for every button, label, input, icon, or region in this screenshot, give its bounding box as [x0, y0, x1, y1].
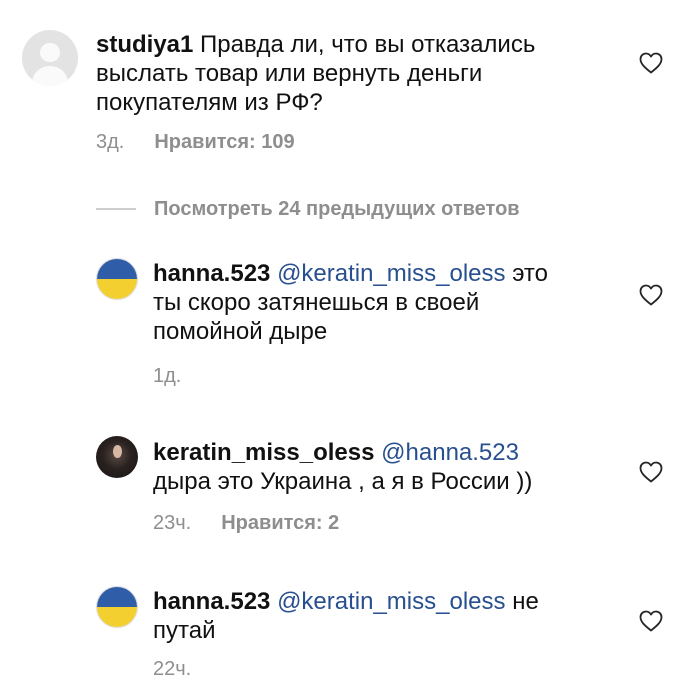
- comment-text-line: путай: [153, 617, 216, 644]
- comment-text: studiya1 Правда ли, что вы отказались: [96, 31, 536, 58]
- comment-meta: 3д. Нравится: 109: [96, 130, 295, 154]
- comment-text-line: выслать товар или вернуть деньги: [96, 60, 483, 87]
- heart-icon[interactable]: [639, 52, 663, 74]
- timestamp: 3д.: [96, 131, 125, 153]
- mention-link[interactable]: @keratin_miss_oless: [277, 588, 505, 615]
- comment-text: hanna.523 @keratin_miss_oless это: [153, 260, 548, 287]
- comment-text-line: помойной дыре: [153, 318, 328, 345]
- view-previous-replies-label: Посмотреть 24 предыдущих ответов: [154, 197, 520, 220]
- photo-avatar[interactable]: [96, 436, 138, 478]
- comment-meta: 23ч. Нравится: 2: [153, 511, 339, 535]
- timestamp: 1д.: [153, 365, 182, 387]
- comment-text-line: ты скоро затянешься в своей: [153, 289, 480, 316]
- view-previous-replies-button[interactable]: Посмотреть 24 предыдущих ответов: [96, 196, 520, 222]
- username[interactable]: studiya1: [96, 31, 193, 58]
- timestamp: 23ч.: [153, 512, 192, 534]
- username[interactable]: keratin_miss_oless: [153, 439, 374, 466]
- comment-meta: 22ч.: [153, 657, 191, 681]
- default-avatar-icon[interactable]: [22, 30, 78, 86]
- divider-line: [96, 208, 136, 210]
- heart-icon[interactable]: [639, 284, 663, 306]
- likes-count[interactable]: Нравится: 109: [154, 131, 294, 153]
- comment-text-line: покупателям из РФ?: [96, 89, 323, 116]
- ukraine-flag-avatar[interactable]: [96, 258, 138, 300]
- username[interactable]: hanna.523: [153, 260, 270, 287]
- likes-count[interactable]: Нравится: 2: [221, 512, 339, 534]
- heart-icon[interactable]: [639, 610, 663, 632]
- mention-link[interactable]: @keratin_miss_oless: [277, 260, 505, 287]
- comment-meta: 1д.: [153, 364, 181, 388]
- ukraine-flag-avatar[interactable]: [96, 586, 138, 628]
- comment-text-line: дыра это Украина , а я в России )): [153, 468, 533, 495]
- mention-link[interactable]: @hanna.523: [381, 439, 519, 466]
- username[interactable]: hanna.523: [153, 588, 270, 615]
- comment-text: keratin_miss_oless @hanna.523: [153, 438, 519, 467]
- heart-icon[interactable]: [639, 461, 663, 483]
- timestamp: 22ч.: [153, 658, 192, 680]
- comment-text: hanna.523 @keratin_miss_oless не: [153, 588, 539, 615]
